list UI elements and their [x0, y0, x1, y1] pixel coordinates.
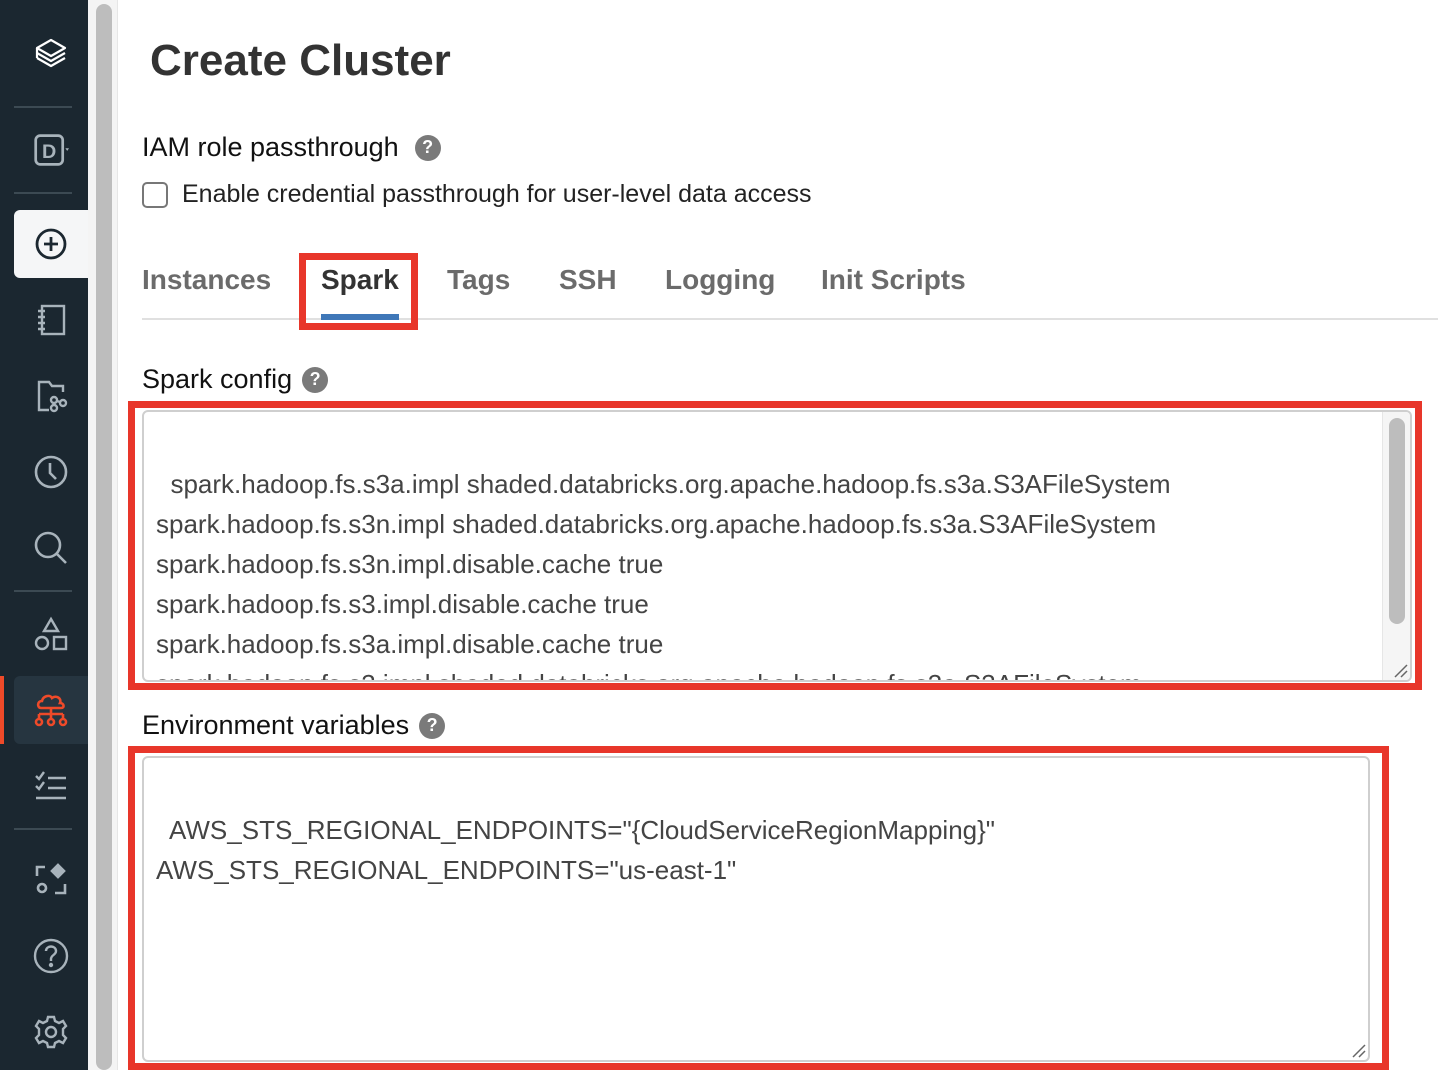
- spark-config-label: Spark config: [142, 364, 293, 394]
- help-icon[interactable]: ?: [414, 134, 441, 161]
- tab-instances[interactable]: Instances: [142, 264, 271, 296]
- sidebar-item-help[interactable]: [14, 922, 88, 990]
- env-vars-textarea[interactable]: AWS_STS_REGIONAL_ENDPOINTS="{CloudServic…: [142, 756, 1370, 1062]
- sidebar-item-partner-connect[interactable]: [14, 846, 88, 914]
- spark-config-scrollbar-thumb[interactable]: [1389, 418, 1405, 624]
- tab-tags[interactable]: Tags: [447, 264, 510, 296]
- active-indicator: [0, 676, 4, 744]
- sidebar-divider: [14, 192, 72, 194]
- spark-config-scrollbar[interactable]: [1382, 412, 1410, 680]
- iam-section-label: IAM role passthrough ?: [142, 132, 441, 163]
- question-circle-icon: [33, 938, 69, 974]
- sidebar: D: [0, 0, 88, 1070]
- sidebar-item-recents[interactable]: [14, 438, 88, 506]
- folder-branch-icon: [37, 380, 68, 413]
- stacked-layers-icon: [35, 38, 67, 68]
- integrations-icon: [35, 863, 67, 895]
- svg-text:D: D: [42, 141, 56, 163]
- notebook-icon: [38, 304, 66, 336]
- shapes-icon: [34, 616, 68, 651]
- sidebar-item-repos[interactable]: [14, 362, 88, 430]
- env-vars-label: Environment variables: [142, 710, 410, 740]
- sidebar-item-compute[interactable]: [14, 676, 88, 744]
- tab-init-scripts[interactable]: Init Scripts: [821, 264, 966, 296]
- search-icon: [34, 531, 67, 564]
- env-vars-value[interactable]: AWS_STS_REGIONAL_ENDPOINTS="{CloudServic…: [156, 815, 995, 885]
- sidebar-item-data[interactable]: [14, 600, 88, 668]
- spark-config-section-label: Spark config ?: [142, 364, 329, 395]
- spark-tab-highlight: [299, 253, 418, 330]
- tab-logging[interactable]: Logging: [665, 264, 775, 296]
- page-scrollbar[interactable]: [88, 0, 118, 1070]
- spark-config-textarea[interactable]: spark.hadoop.fs.s3a.impl shaded.databric…: [142, 410, 1412, 682]
- sidebar-divider: [14, 828, 72, 830]
- cloud-cluster-icon: [34, 694, 68, 727]
- page-scrollbar-thumb[interactable]: [96, 4, 112, 1070]
- tab-ssh[interactable]: SSH: [559, 264, 617, 296]
- resize-handle-icon[interactable]: [1350, 1042, 1366, 1058]
- sidebar-divider: [14, 106, 72, 108]
- workspace-switcher[interactable]: D: [14, 116, 88, 184]
- sidebar-divider: [14, 590, 72, 592]
- credential-passthrough-label[interactable]: Enable credential passthrough for user-l…: [182, 180, 812, 209]
- credential-passthrough-checkbox[interactable]: [142, 181, 168, 208]
- sidebar-item-settings[interactable]: [14, 998, 88, 1066]
- clock-icon: [34, 455, 68, 489]
- credential-passthrough-option[interactable]: Enable credential passthrough for user-l…: [142, 180, 812, 209]
- page-title: Create Cluster: [150, 36, 451, 85]
- gear-icon: [34, 1015, 68, 1049]
- sidebar-item-workflows[interactable]: [14, 752, 88, 820]
- env-vars-section-label: Environment variables ?: [142, 710, 446, 741]
- sidebar-item-create[interactable]: [14, 210, 88, 278]
- plus-circle-icon: [35, 228, 67, 260]
- databricks-logo[interactable]: [14, 20, 88, 88]
- resize-handle-icon[interactable]: [1392, 662, 1408, 678]
- d-square-icon: D: [34, 134, 69, 166]
- sidebar-item-search[interactable]: [14, 514, 88, 582]
- help-icon[interactable]: ?: [419, 712, 446, 739]
- spark-config-value[interactable]: spark.hadoop.fs.s3a.impl shaded.databric…: [156, 469, 1171, 680]
- sidebar-item-workspace[interactable]: [14, 286, 88, 354]
- checklist-icon: [35, 771, 66, 800]
- iam-label: IAM role passthrough: [142, 132, 399, 162]
- help-icon[interactable]: ?: [302, 366, 329, 393]
